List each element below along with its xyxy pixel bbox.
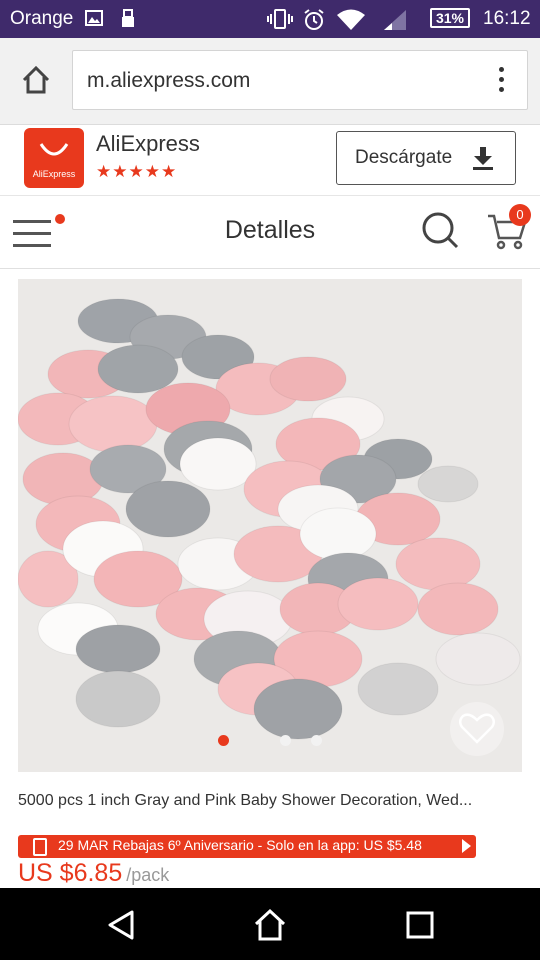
download-button[interactable]: Descárgate xyxy=(336,131,516,185)
search-icon[interactable] xyxy=(420,210,460,250)
carousel-dot-active[interactable] xyxy=(218,735,229,746)
app-promo-banner[interactable]: 29 MAR Rebajas 6º Aniversario - Solo en … xyxy=(18,835,476,858)
page-header: Detalles xyxy=(0,196,540,269)
price-unit: /pack xyxy=(126,865,170,885)
rating-stars-full: ★★★★ xyxy=(96,162,161,181)
confetti-photo xyxy=(18,279,522,772)
app-install-banner: AliExpress AliExpress ★★★★★ Descárgate xyxy=(0,125,540,196)
heart-icon xyxy=(459,713,495,744)
more-vert-icon[interactable] xyxy=(497,67,505,95)
download-icon xyxy=(473,147,493,170)
carrier-name: Orange xyxy=(10,8,74,29)
wifi-icon xyxy=(337,9,365,30)
alarm-icon xyxy=(304,9,324,30)
aliexpress-logo[interactable]: AliExpress xyxy=(24,128,84,188)
cart-count-badge: 0 xyxy=(509,204,531,226)
download-label: Descárgate xyxy=(355,147,453,168)
app-name: AliExpress xyxy=(96,131,200,156)
promo-text: 29 MAR Rebajas 6º Aniversario - Solo en … xyxy=(58,837,422,853)
browser-toolbar: m.aliexpress.com xyxy=(0,38,540,125)
url-text: m.aliexpress.com xyxy=(87,69,251,92)
rating-stars: ★★★★★ xyxy=(96,162,177,182)
battery-icon: 31% xyxy=(430,8,470,28)
usb-icon xyxy=(122,9,134,27)
recents-icon[interactable] xyxy=(403,908,437,942)
status-bar: Orange 31% 16:12 xyxy=(0,0,540,38)
smile-icon xyxy=(39,143,69,156)
image-icon xyxy=(85,10,103,26)
home-icon[interactable] xyxy=(253,908,287,942)
product-image[interactable] xyxy=(18,279,522,772)
vibrate-icon xyxy=(267,9,293,29)
back-icon[interactable] xyxy=(104,908,138,942)
image-carousel-indicators[interactable] xyxy=(18,735,522,749)
url-bar[interactable]: m.aliexpress.com xyxy=(72,50,528,110)
wishlist-button[interactable] xyxy=(450,702,504,756)
product-price: US $6.85/pack xyxy=(18,859,169,888)
system-navigation-bar xyxy=(0,888,540,960)
logo-text: AliExpress xyxy=(32,169,76,179)
clock: 16:12 xyxy=(483,8,531,29)
home-icon[interactable] xyxy=(20,64,52,96)
signal-icon xyxy=(384,10,406,30)
phone-icon xyxy=(33,838,47,856)
carousel-dot[interactable] xyxy=(311,735,322,746)
chevron-right-icon xyxy=(462,839,471,853)
half-star-icon: ★ xyxy=(160,162,178,181)
carousel-dot[interactable] xyxy=(280,735,291,746)
product-title[interactable]: 5000 pcs 1 inch Gray and Pink Baby Showe… xyxy=(18,792,522,810)
price-amount: US $6.85 xyxy=(18,859,123,887)
